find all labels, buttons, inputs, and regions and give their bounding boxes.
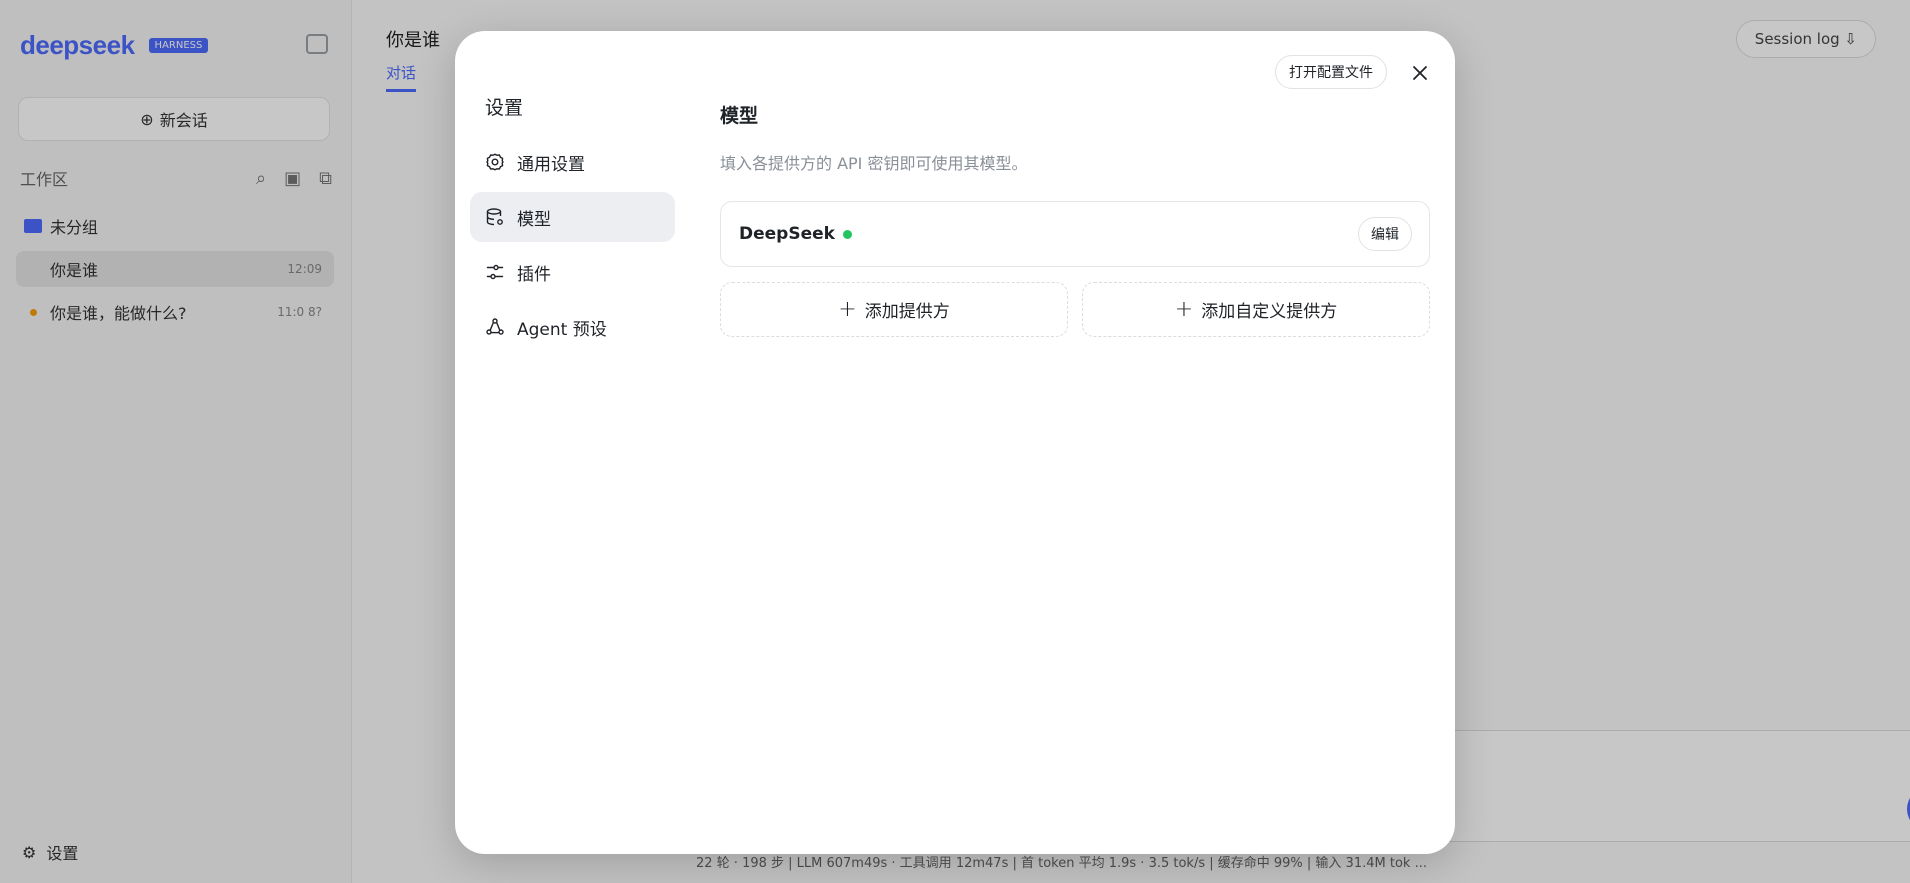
add-custom-provider-button[interactable]: + 添加自定义提供方 xyxy=(1082,282,1430,337)
settings-nav: 通用设置 模型 插件 Agent 预设 xyxy=(470,137,675,357)
nav-item-plugins[interactable]: 插件 xyxy=(470,247,675,297)
close-icon[interactable] xyxy=(1405,58,1435,88)
sliders-icon xyxy=(485,262,505,282)
add-provider-label: 添加提供方 xyxy=(864,302,950,322)
add-provider-row: + 添加提供方 + 添加自定义提供方 xyxy=(720,282,1430,337)
edit-provider-button[interactable]: 编辑 xyxy=(1358,217,1412,251)
plus-icon: + xyxy=(838,296,857,322)
plus-icon: + xyxy=(1174,296,1194,322)
add-provider-button[interactable]: + 添加提供方 xyxy=(720,282,1068,337)
nav-item-label: Agent 预设 xyxy=(517,319,607,340)
status-dot xyxy=(842,229,852,239)
nav-item-label: 插件 xyxy=(517,264,551,285)
open-config-file-button[interactable]: 打开配置文件 xyxy=(1275,55,1387,89)
nav-item-label: 通用设置 xyxy=(517,154,585,175)
section-description: 填入各提供方的 API 密钥即可使用其模型。 xyxy=(720,154,1028,173)
modal-title: 设置 xyxy=(485,97,524,119)
gear-icon xyxy=(485,152,505,172)
nav-item-general[interactable]: 通用设置 xyxy=(470,137,675,187)
nav-item-label: 模型 xyxy=(517,209,551,230)
add-custom-provider-label: 添加自定义提供方 xyxy=(1201,302,1338,322)
nav-item-agent-presets[interactable]: Agent 预设 xyxy=(470,302,675,352)
settings-modal: 设置 打开配置文件 通用设置 模型 插件 Agent 预设 模型 填入各提供方的… xyxy=(455,31,1455,854)
provider-card-deepseek: DeepSeek 编辑 xyxy=(720,201,1430,267)
nav-item-models[interactable]: 模型 xyxy=(470,192,675,242)
agent-network-icon xyxy=(485,317,505,337)
provider-name: DeepSeek xyxy=(739,224,835,244)
section-title: 模型 xyxy=(720,105,759,127)
database-gear-icon xyxy=(485,207,505,227)
models-panel: 模型 填入各提供方的 API 密钥即可使用其模型。 DeepSeek 编辑 + … xyxy=(720,101,1430,337)
